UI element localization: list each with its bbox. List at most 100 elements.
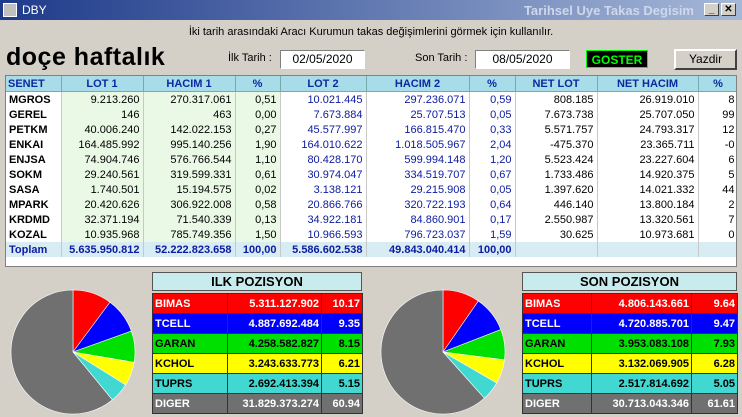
col-header-netlot[interactable]: NET LOT bbox=[515, 76, 598, 92]
position-pct-cell: 5.15 bbox=[321, 373, 363, 394]
table-row[interactable]: MGROS 9.213.260 270.317.061 0,51 10.021.445 2… bbox=[6, 91, 736, 107]
table-cell: 6 bbox=[698, 152, 736, 167]
position-value-cell: 2.517.814.692 bbox=[591, 373, 692, 394]
table-cell: 0,05 bbox=[469, 107, 516, 122]
table-cell: 146 bbox=[61, 107, 144, 122]
total-cell: 5.635.950.812 bbox=[61, 242, 144, 257]
table-row[interactable]: PETKM 40.006.240 142.022.153 0,27 45.577.997… bbox=[6, 122, 736, 137]
table-cell: 0,51 bbox=[235, 91, 281, 107]
table-cell: 576.766.544 bbox=[143, 152, 236, 167]
col-header-senet[interactable]: SENET bbox=[6, 76, 62, 92]
table-cell: 10.935.968 bbox=[61, 227, 144, 242]
table-cell: 0,00 bbox=[235, 107, 281, 122]
table-cell: 2 bbox=[698, 197, 736, 212]
table-cell: 84.860.901 bbox=[366, 212, 470, 227]
position-row: KCHOL 3.243.633.773 6.21 bbox=[152, 353, 363, 374]
position-code-cell: KCHOL bbox=[522, 353, 592, 374]
position-code-cell: DIGER bbox=[152, 393, 228, 414]
table-cell: 270.317.061 bbox=[143, 91, 236, 107]
position-code-cell: GARAN bbox=[152, 333, 228, 354]
window-header-title: Tarihsel Uye Takas Degisim bbox=[523, 3, 694, 18]
table-cell: 80.428.170 bbox=[280, 152, 367, 167]
app-icon bbox=[3, 3, 17, 17]
senet-code-cell: GEREL bbox=[6, 107, 62, 122]
table-row[interactable]: KRDMD 32.371.194 71.540.339 0,13 34.922.181 8… bbox=[6, 212, 736, 227]
table-cell: 10.973.681 bbox=[597, 227, 699, 242]
position-code-cell: DIGER bbox=[522, 393, 592, 414]
table-cell: 8 bbox=[698, 91, 736, 107]
total-cell: 100,00 bbox=[469, 242, 516, 257]
position-value-cell: 3.953.083.108 bbox=[591, 333, 692, 354]
table-row[interactable]: GEREL 146 463 0,00 7.673.884 25.707.513 0,05 7.… bbox=[6, 107, 736, 122]
minimize-button[interactable]: _ bbox=[704, 3, 719, 16]
yazdir-button[interactable]: Yazdir bbox=[674, 49, 737, 70]
headline-overlay: doçe haftalık bbox=[6, 43, 166, 71]
position-value-cell: 30.713.043.346 bbox=[591, 393, 692, 414]
table-cell: 164.010.622 bbox=[280, 137, 367, 152]
son-pozisyon-title: SON POZISYON bbox=[522, 272, 737, 291]
position-value-cell: 4.720.885.701 bbox=[591, 313, 692, 334]
table-cell: 29.215.908 bbox=[366, 182, 470, 197]
table-row[interactable]: ENJSA 74.904.746 576.766.544 1,10 80.428.170… bbox=[6, 152, 736, 167]
table-cell: 142.022.153 bbox=[143, 122, 236, 137]
position-row: DIGER 30.713.043.346 61.61 bbox=[522, 393, 738, 414]
col-header-hacim2[interactable]: HACIM 2 bbox=[366, 76, 470, 92]
table-cell: 0,02 bbox=[235, 182, 281, 197]
table-cell: 32.371.194 bbox=[61, 212, 144, 227]
position-value-cell: 4.258.582.827 bbox=[227, 333, 322, 354]
table-header-row: SENET LOT 1 HACIM 1 % LOT 2 HACIM 2 % NE… bbox=[6, 76, 736, 92]
table-row[interactable]: ENKAI 164.485.992 995.140.256 1,90 164.010.6… bbox=[6, 137, 736, 152]
position-code-cell: GARAN bbox=[522, 333, 592, 354]
window-title: DBY bbox=[22, 3, 47, 17]
goster-button[interactable]: GOSTER bbox=[586, 50, 648, 68]
position-row: TCELL 4.887.692.484 9.35 bbox=[152, 313, 363, 334]
table-cell: 71.540.339 bbox=[143, 212, 236, 227]
table-cell: 20.420.626 bbox=[61, 197, 144, 212]
son-pozisyon-table: BIMAS 4.806.143.661 9.64 TCELL 4.720.885.701… bbox=[522, 293, 738, 414]
table-cell: 74.904.746 bbox=[61, 152, 144, 167]
total-cell bbox=[515, 242, 598, 257]
table-cell: 1,90 bbox=[235, 137, 281, 152]
first-date-field[interactable]: 02/05/2020 bbox=[280, 50, 365, 69]
position-pct-cell: 9.64 bbox=[691, 293, 738, 314]
position-row: GARAN 4.258.582.827 8.15 bbox=[152, 333, 363, 354]
ilk-pozisyon-table: BIMAS 5.311.127.902 10.17 TCELL 4.887.692.48… bbox=[152, 293, 363, 414]
col-header-pct3[interactable]: % bbox=[698, 76, 736, 92]
table-cell: 1,59 bbox=[469, 227, 516, 242]
table-cell: 40.006.240 bbox=[61, 122, 144, 137]
position-value-cell: 3.243.633.773 bbox=[227, 353, 322, 374]
position-row: TUPRS 2.692.413.394 5.15 bbox=[152, 373, 363, 394]
position-row: TUPRS 2.517.814.692 5.05 bbox=[522, 373, 738, 394]
col-header-nethacim[interactable]: NET HACIM bbox=[597, 76, 699, 92]
col-header-lot1[interactable]: LOT 1 bbox=[61, 76, 144, 92]
position-value-cell: 4.806.143.661 bbox=[591, 293, 692, 314]
table-cell: 0,58 bbox=[235, 197, 281, 212]
close-button[interactable]: ✕ bbox=[721, 3, 736, 16]
table-row[interactable]: SOKM 29.240.561 319.599.331 0,61 30.974.047 3… bbox=[6, 167, 736, 182]
table-cell: 25.707.513 bbox=[366, 107, 470, 122]
table-cell: 1.397.620 bbox=[515, 182, 598, 197]
position-pct-cell: 9.35 bbox=[321, 313, 363, 334]
col-header-hacim1[interactable]: HACIM 1 bbox=[143, 76, 236, 92]
table-row[interactable]: SASA 1.740.501 15.194.575 0,02 3.138.121 29.2… bbox=[6, 182, 736, 197]
table-cell: 0,27 bbox=[235, 122, 281, 137]
last-date-label: Son Tarih : bbox=[415, 52, 468, 64]
col-header-pct1[interactable]: % bbox=[235, 76, 281, 92]
position-pct-cell: 6.28 bbox=[691, 353, 738, 374]
table-cell: 99 bbox=[698, 107, 736, 122]
table-cell: 164.485.992 bbox=[61, 137, 144, 152]
table-cell: 0 bbox=[698, 227, 736, 242]
senet-code-cell: KOZAL bbox=[6, 227, 62, 242]
table-cell: 0,17 bbox=[469, 212, 516, 227]
table-row[interactable]: KOZAL 10.935.968 785.749.356 1,50 10.966.593… bbox=[6, 227, 736, 242]
table-cell: 23.365.711 bbox=[597, 137, 699, 152]
col-header-lot2[interactable]: LOT 2 bbox=[280, 76, 367, 92]
info-text: İki tarih arasındaki Aracı Kurumun takas… bbox=[188, 26, 554, 38]
position-code-cell: TCELL bbox=[522, 313, 592, 334]
table-cell: 12 bbox=[698, 122, 736, 137]
position-row: KCHOL 3.132.069.905 6.28 bbox=[522, 353, 738, 374]
col-header-pct2[interactable]: % bbox=[469, 76, 516, 92]
last-date-field[interactable]: 08/05/2020 bbox=[475, 50, 570, 69]
table-cell: -475.370 bbox=[515, 137, 598, 152]
table-row[interactable]: MPARK 20.420.626 306.922.008 0,58 20.866.766… bbox=[6, 197, 736, 212]
